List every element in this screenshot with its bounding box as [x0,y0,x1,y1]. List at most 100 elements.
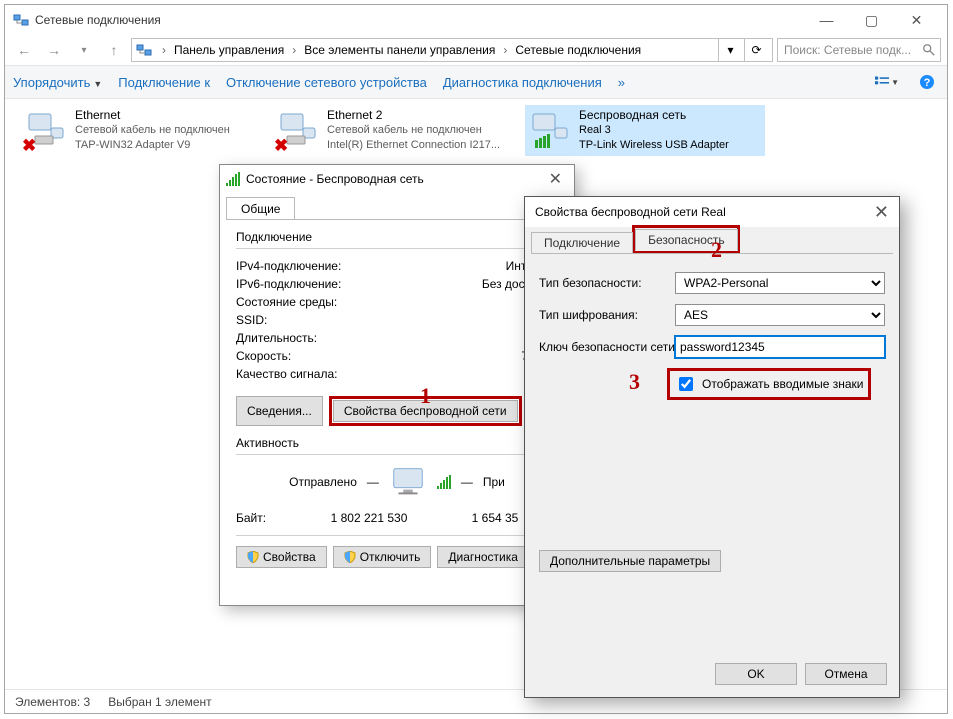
connection-item[interactable]: ✖ Ethernet 2 Сетевой кабель не подключен… [273,105,513,156]
tab-connection[interactable]: Подключение [531,232,633,254]
address-dropdown[interactable]: ▾ [718,38,742,62]
status-dialog-title: Состояние - Беспроводная сеть ✕ [220,165,574,193]
network-icon [136,42,152,58]
close-button[interactable]: ✕ [543,169,568,189]
recent-button[interactable]: ▾ [71,37,97,63]
close-button[interactable]: ✕ [894,5,939,35]
kv-key: Скорость: [236,349,478,363]
ok-button[interactable]: OK [715,663,797,685]
properties-title-text: Свойства беспроводной сети Real [535,205,726,219]
highlight-security-tab: Безопасность [632,225,740,253]
diagnose-button[interactable]: Диагностика [437,546,529,568]
minimize-button[interactable]: — [804,5,849,35]
status-tabs: Общие [220,193,574,219]
kv-key: Состояние среды: [236,295,478,309]
kv-key: Длительность: [236,331,478,345]
properties-body: Тип безопасности: WPA2-Personal Тип шифр… [525,254,899,590]
encryption-label: Тип шифрования: [539,308,675,322]
refresh-button[interactable]: ⟳ [744,38,768,62]
window-title: Сетевые подключения [35,13,161,27]
network-icon [13,12,29,28]
cmd-rename[interactable]: » [618,75,625,90]
up-button[interactable]: ↑ [101,37,127,63]
search-placeholder: Поиск: Сетевые подк... [784,43,911,57]
marker-1: 1 [420,383,431,409]
back-button[interactable]: ← [11,37,37,63]
connection-name: Ethernet 2 [327,108,500,123]
show-chars-label: Отображать вводимые знаки [702,377,863,391]
search-icon [922,43,936,57]
show-chars-row[interactable]: Отображать вводимые знаки [671,372,867,396]
adapter-icon: ✖ [277,108,319,150]
signal-icon [226,172,240,186]
group-activity-label: Активность [236,436,558,450]
adapter-icon: ✖ [25,108,67,150]
help-button[interactable]: ? [915,70,939,94]
encryption-select[interactable]: AES [675,304,885,326]
kv-key: IPv6-подключение: [236,277,478,291]
address-bar[interactable]: › Панель управления › Все элементы панел… [131,38,773,62]
show-chars-checkbox[interactable] [679,377,693,391]
connection-status: Сетевой кабель не подключен [75,123,230,138]
cancel-button[interactable]: Отмена [805,663,887,685]
connection-name: Беспроводная сеть [579,108,729,123]
details-button[interactable]: Сведения... [236,396,323,426]
adapter-icon [529,108,571,150]
connection-item[interactable]: Беспроводная сеть Real 3 TP-Link Wireles… [525,105,765,156]
breadcrumb-seg[interactable]: Сетевые подключения [513,43,643,57]
properties-dialog: Свойства беспроводной сети Real ✕ Подклю… [524,196,900,698]
breadcrumb-seg[interactable]: Панель управления [172,43,286,57]
status-body: Подключение IPv4-подключение:Интернет IP… [220,220,574,578]
disable-button[interactable]: Отключить [333,546,432,568]
connection-item[interactable]: ✖ Ethernet Сетевой кабель не подключен T… [21,105,261,156]
security-type-select[interactable]: WPA2-Personal [675,272,885,294]
error-x-icon: ✖ [22,138,36,153]
titlebar: Сетевые подключения — ▢ ✕ [5,5,947,35]
maximize-button[interactable]: ▢ [849,5,894,35]
svg-text:?: ? [924,77,931,89]
kv-key: SSID: [236,313,478,327]
activity-sent-label: Отправлено [289,475,357,489]
status-count: Элементов: 3 [15,695,90,709]
breadcrumb-seg[interactable]: Все элементы панели управления [302,43,497,57]
key-label: Ключ безопасности сети [539,340,675,354]
monitor-icon [389,463,427,501]
ok-cancel-row: OK Отмена [715,663,887,685]
cmd-sort[interactable]: Упорядочить▼ [13,75,102,90]
signal-icon [437,475,451,489]
advanced-button[interactable]: Дополнительные параметры [539,550,721,572]
marker-2: 2 [711,237,722,263]
cmd-diagnose[interactable]: Диагностика подключения [443,75,602,90]
error-x-icon: ✖ [274,138,288,153]
close-button[interactable]: ✕ [874,202,889,223]
chevron-right-icon: › [288,43,300,57]
tab-security[interactable]: Безопасность [635,229,738,251]
connection-device: TP-Link Wireless USB Adapter [579,138,729,153]
search-input[interactable]: Поиск: Сетевые подк... [777,38,941,62]
connection-device: Intel(R) Ethernet Connection I217... [327,138,500,153]
properties-title: Свойства беспроводной сети Real ✕ [525,197,899,227]
kv-key: Качество сигнала: [236,367,478,384]
cmd-disable[interactable]: Отключение сетевого устройства [226,75,427,90]
status-dialog-title-text: Состояние - Беспроводная сеть [246,172,424,186]
key-input[interactable] [675,336,885,358]
chevron-down-icon: ▼ [891,78,899,87]
nav-row: ← → ▾ ↑ › Панель управления › Все элемен… [5,35,947,65]
cmd-connect[interactable]: Подключение к [118,75,210,90]
status-dialog: Состояние - Беспроводная сеть ✕ Общие По… [219,164,575,606]
chevron-right-icon: › [499,43,511,57]
highlight-show-chars: Отображать вводимые знаки [667,368,871,400]
connection-status: Real 3 [579,123,729,138]
connection-name: Ethernet [75,108,230,123]
tab-general[interactable]: Общие [226,197,295,219]
kv-key: IPv4-подключение: [236,259,478,273]
view-button[interactable]: ▼ [875,70,899,94]
connection-status: Сетевой кабель не подключен [327,123,500,138]
bytes-label: Байт: [236,511,306,525]
security-type-label: Тип безопасности: [539,276,675,290]
activity-recv-label: При [483,475,505,489]
connection-device: TAP-WIN32 Adapter V9 [75,138,230,153]
forward-button[interactable]: → [41,37,67,63]
chevron-down-icon: ▼ [93,79,102,89]
properties-button[interactable]: Свойства [236,546,327,568]
